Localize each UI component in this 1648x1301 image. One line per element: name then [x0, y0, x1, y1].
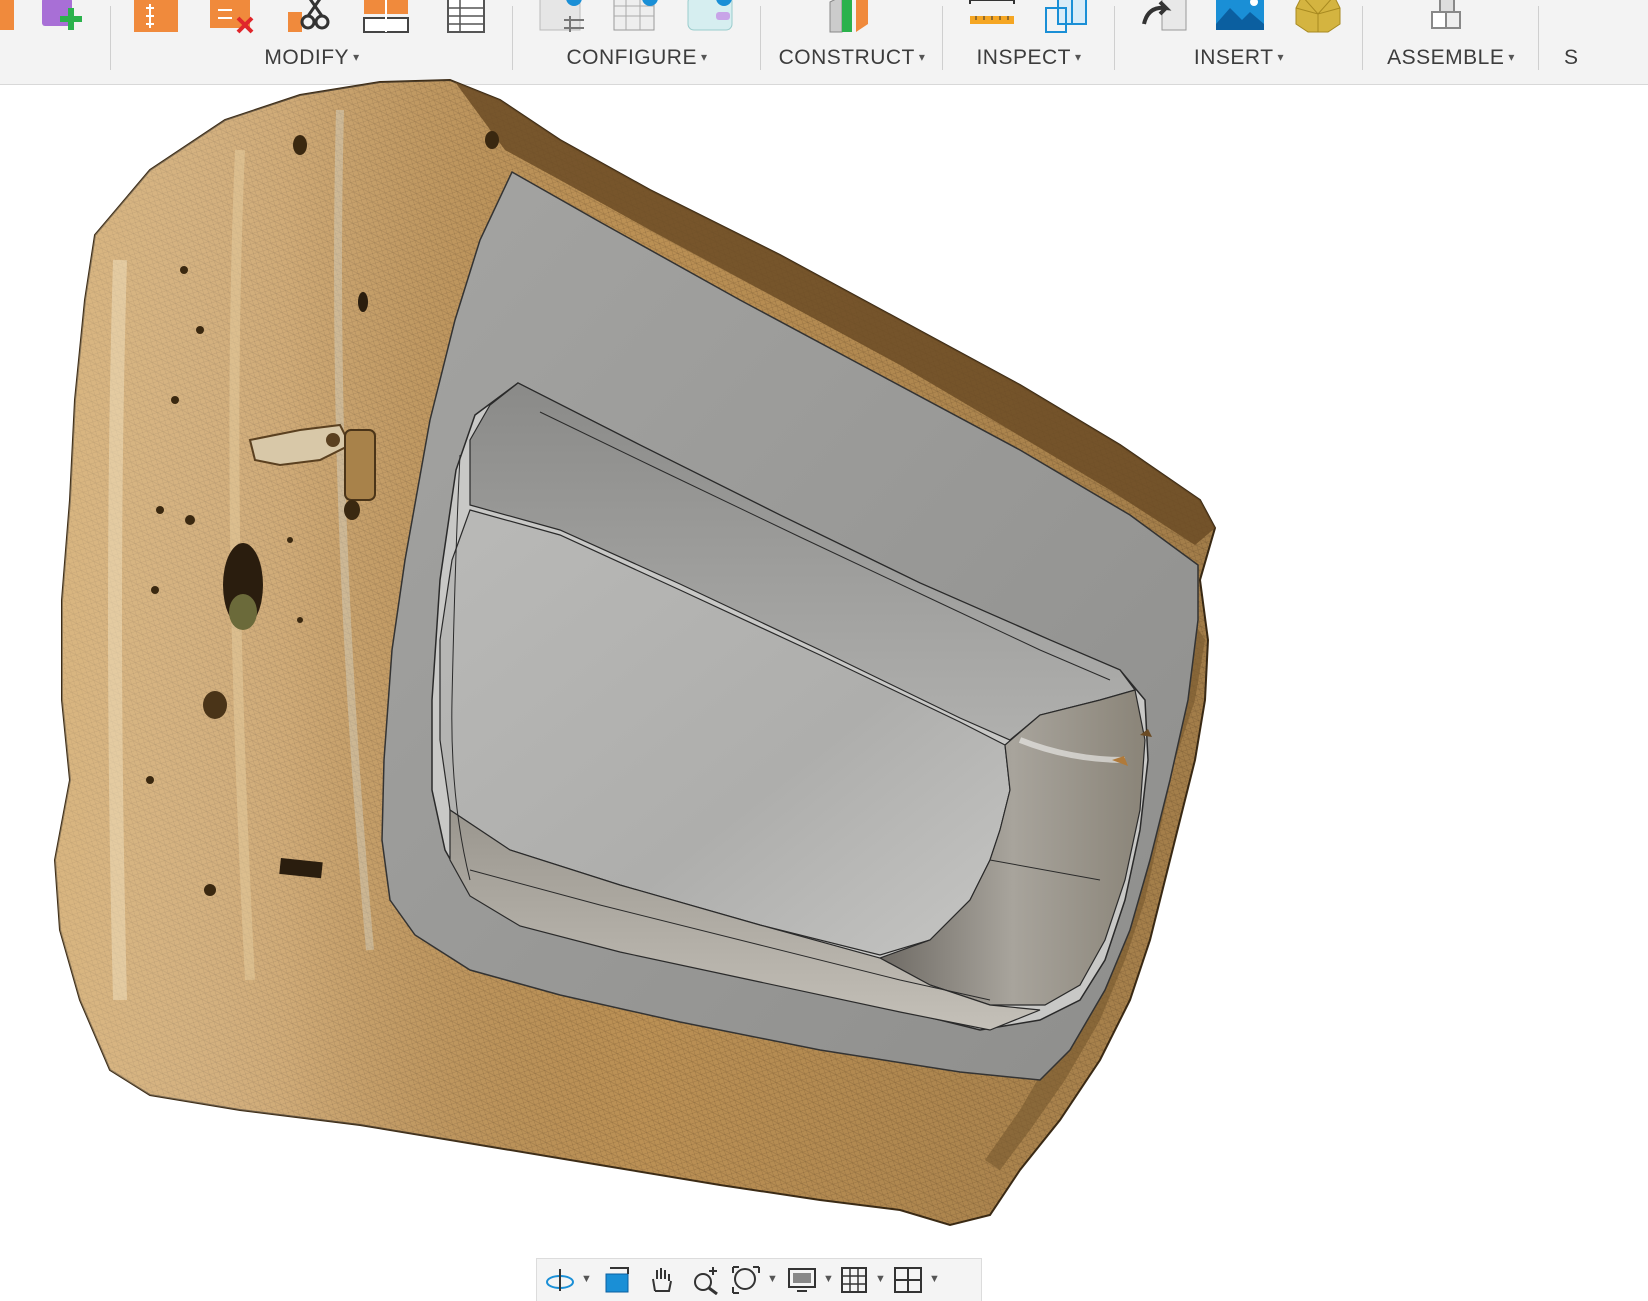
door-mesh-model[interactable] [0, 0, 1648, 1300]
latch-hole [326, 433, 340, 447]
canvas-viewport[interactable] [0, 78, 1648, 1300]
display-settings-icon[interactable] [787, 1265, 817, 1295]
chevron-down-icon[interactable]: ▼ [875, 1273, 886, 1285]
zoom-icon[interactable] [691, 1265, 721, 1295]
viewports-icon[interactable] [893, 1265, 923, 1295]
mount-hole [203, 691, 227, 719]
fit-icon[interactable] [731, 1265, 761, 1295]
mount-hole [358, 292, 368, 312]
navigation-bar: ▼ ▼ ▼ ▼ ▼ [536, 1258, 982, 1301]
latch-block [344, 429, 376, 501]
door-hole-inner [229, 594, 257, 630]
chevron-down-icon[interactable]: ▼ [929, 1273, 940, 1285]
mount-hole [293, 135, 307, 155]
look-at-icon[interactable] [603, 1265, 633, 1295]
rib-highlight [108, 259, 127, 1001]
mount-hole [344, 500, 360, 520]
chevron-down-icon[interactable]: ▼ [767, 1273, 778, 1285]
chevron-down-icon[interactable]: ▼ [823, 1273, 834, 1285]
chevron-down-icon[interactable]: ▼ [581, 1273, 592, 1285]
orbit-icon[interactable] [545, 1265, 575, 1295]
grid-icon[interactable] [839, 1265, 869, 1295]
mount-hole [485, 131, 499, 149]
pan-icon[interactable] [647, 1265, 677, 1295]
